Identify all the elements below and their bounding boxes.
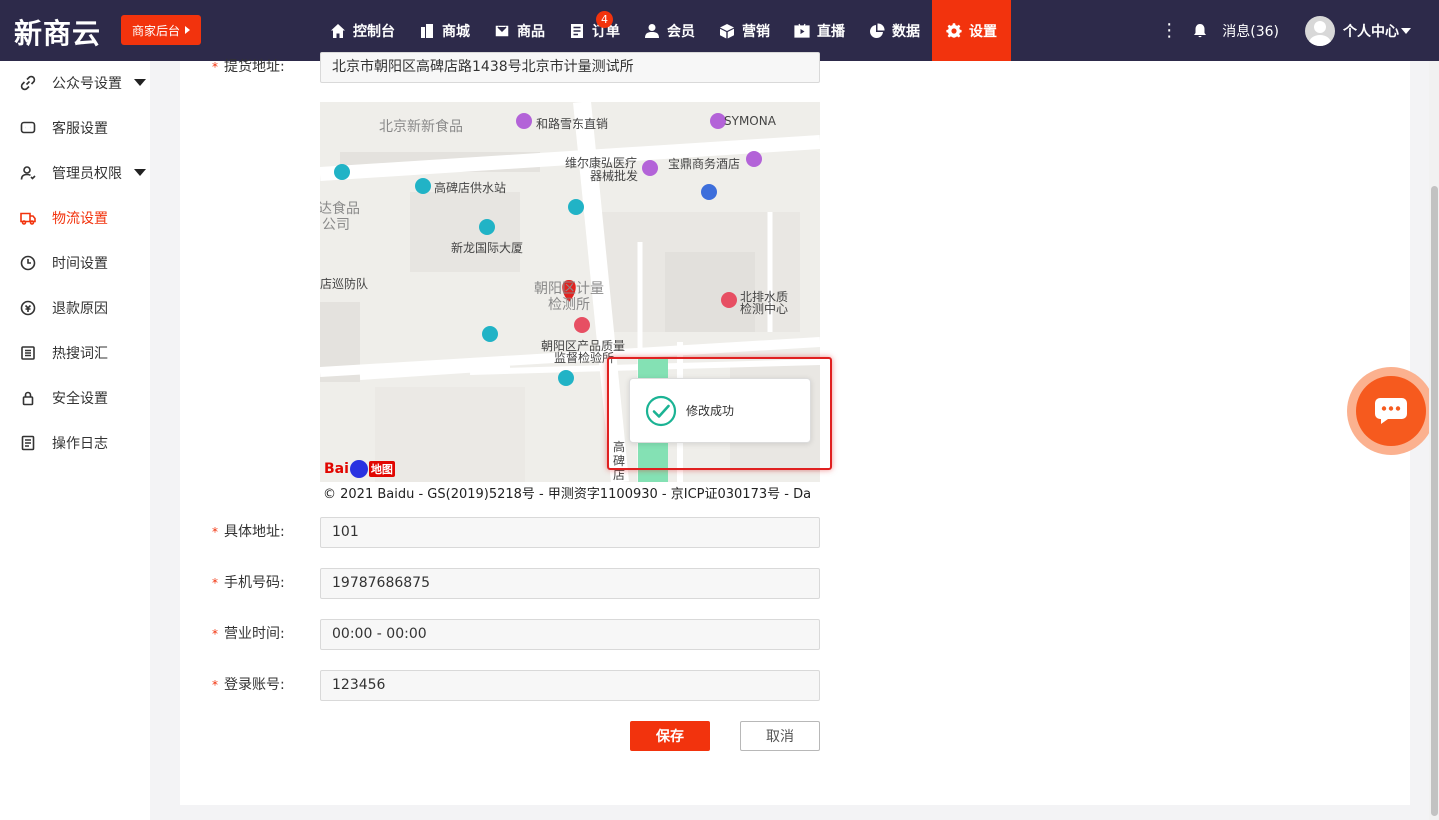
sidebar: 公众号设置 客服设置 管理员权限 物流设置 时间设置 退款原因 热搜词汇 安全设…: [0, 61, 150, 820]
merchant-backend-button[interactable]: 商家后台: [121, 15, 201, 45]
clock-icon: [20, 255, 36, 270]
success-toast: 修改成功: [629, 378, 811, 443]
page-scrollbar-thumb[interactable]: [1431, 186, 1438, 816]
login-account-input[interactable]: 123456: [320, 670, 820, 701]
map-label: 检测中心: [740, 302, 789, 316]
business-hours-input[interactable]: 00:00 - 00:00: [320, 619, 820, 650]
nav-label: 控制台: [353, 23, 395, 40]
sidebar-item-label: 热搜词汇: [52, 345, 108, 362]
user-center-menu[interactable]: 个人中心: [1343, 21, 1411, 41]
sidebar-item-customer-service[interactable]: 客服设置: [0, 105, 150, 150]
truck-icon: [20, 212, 36, 225]
sidebar-item-operation-log[interactable]: 操作日志: [0, 420, 150, 465]
map-label: 宝鼎商务酒店: [668, 157, 741, 171]
chevron-down-icon: [1401, 27, 1411, 34]
map-label: 公司: [322, 217, 350, 233]
login-account-label: * 登录账号:: [212, 677, 285, 693]
product-icon: [494, 23, 510, 38]
map-label: 监督检验所: [554, 351, 615, 365]
nav-label: 商品: [517, 23, 545, 40]
pickup-address-input[interactable]: 北京市朝阳区高碑店路1438号北京市计量测试所: [320, 52, 820, 83]
sidebar-item-label: 退款原因: [52, 300, 108, 317]
nav-settings[interactable]: 设置: [932, 0, 1011, 61]
check-circle-icon: [645, 395, 677, 426]
sidebar-item-label: 客服设置: [52, 120, 108, 137]
nav-label: 商城: [442, 23, 470, 40]
sidebar-item-time[interactable]: 时间设置: [0, 240, 150, 285]
map-label: SYMONA: [724, 114, 776, 128]
sidebar-item-label: 时间设置: [52, 255, 108, 272]
log-icon: [21, 435, 35, 450]
chat-float-button[interactable]: [1356, 376, 1426, 446]
save-button[interactable]: 保存: [630, 721, 710, 751]
nav-label: 设置: [969, 23, 997, 40]
pie-icon: [870, 22, 885, 38]
toast-message: 修改成功: [686, 404, 735, 418]
map-label: 北京新新食品: [379, 119, 463, 135]
caret-down-icon: [134, 169, 146, 176]
lock-icon: [22, 391, 34, 405]
baidu-map-logo: Bai 地图: [324, 460, 395, 478]
refund-icon: [20, 300, 36, 315]
chat-icon: [20, 121, 36, 133]
map-label: 和路雪东直销: [536, 117, 609, 131]
sidebar-item-label: 公众号设置: [52, 75, 122, 92]
pickup-address-label: * 提货地址:: [212, 59, 285, 75]
nav-label: 直播: [817, 23, 845, 40]
map-label: 高碑店供水站: [434, 181, 507, 195]
map-label: 路: [613, 480, 625, 482]
map-label: 新龙国际大厦: [451, 241, 524, 255]
caret-right-icon: [185, 26, 190, 34]
messages-link[interactable]: 消息(36): [1222, 21, 1279, 41]
bell-icon[interactable]: [1192, 23, 1208, 39]
nav-data[interactable]: 数据: [857, 0, 932, 61]
app-logo[interactable]: 新商云: [14, 12, 101, 52]
nav-label: 数据: [892, 23, 920, 40]
caret-down-icon: [134, 79, 146, 86]
sidebar-item-security[interactable]: 安全设置: [0, 375, 150, 420]
detail-address-input[interactable]: 101: [320, 517, 820, 548]
admin-icon: [20, 165, 36, 180]
chat-bubble-icon: [1375, 398, 1407, 424]
cube-icon: [720, 23, 734, 38]
top-right-tools: ⋮ 消息(36) 个人中心: [1160, 0, 1439, 61]
map-copyright: © 2021 Baidu - GS(2019)5218号 - 甲测资字11009…: [323, 487, 812, 502]
sidebar-item-refund-reasons[interactable]: 退款原因: [0, 285, 150, 330]
avatar[interactable]: [1305, 15, 1335, 46]
sidebar-item-logistics[interactable]: 物流设置: [0, 195, 150, 240]
sidebar-item-label: 安全设置: [52, 390, 108, 407]
nav-label: 会员: [667, 23, 695, 40]
home-icon: [331, 23, 345, 38]
user-icon: [645, 23, 659, 38]
more-vertical-icon[interactable]: ⋮: [1160, 21, 1178, 40]
building-icon: [421, 23, 433, 38]
map-label: 器械批发: [590, 169, 639, 183]
map-label: 店巡防队: [320, 277, 369, 291]
nav-label: 营销: [742, 23, 770, 40]
map-label: 检测所: [548, 297, 590, 313]
sidebar-item-label: 物流设置: [52, 210, 108, 227]
link-icon: [20, 75, 36, 90]
sidebar-item-label: 操作日志: [52, 435, 108, 452]
order-count-badge: 4: [596, 11, 613, 28]
gear-icon: [946, 22, 962, 38]
sidebar-item-hot-search[interactable]: 热搜词汇: [0, 330, 150, 375]
sidebar-item-admin-permissions[interactable]: 管理员权限: [0, 150, 150, 195]
phone-label: * 手机号码:: [212, 575, 285, 591]
order-icon: [571, 23, 583, 38]
business-hours-label: * 营业时间:: [212, 626, 285, 642]
live-icon: [794, 23, 810, 38]
sidebar-item-official-account[interactable]: 公众号设置: [0, 60, 150, 105]
detail-address-label: * 具体地址:: [212, 524, 285, 540]
merchant-backend-label: 商家后台: [131, 23, 180, 38]
user-center-label: 个人中心: [1343, 23, 1399, 40]
list-icon: [21, 345, 35, 360]
cancel-button[interactable]: 取消: [740, 721, 820, 751]
sidebar-item-label: 管理员权限: [52, 165, 122, 182]
phone-input[interactable]: 19787686875: [320, 568, 820, 599]
